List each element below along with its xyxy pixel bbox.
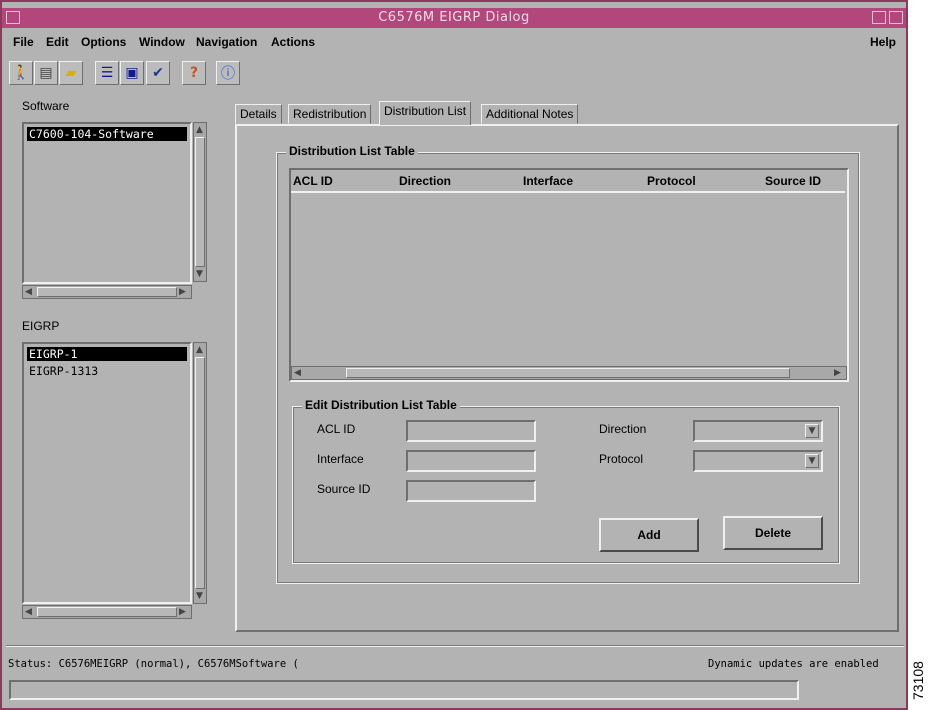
eigrp-label: EIGRP <box>22 319 60 333</box>
scroll-thumb[interactable] <box>195 357 205 589</box>
interface-field[interactable] <box>406 450 536 472</box>
list-icon[interactable]: ☰ <box>95 61 119 85</box>
menu-file[interactable]: File <box>13 35 34 49</box>
scroll-thumb[interactable] <box>346 368 790 378</box>
menu-bar: File Edit Options Window Navigation Acti… <box>2 30 906 54</box>
checkmark-icon[interactable]: ✔ <box>146 61 170 85</box>
software-vertical-scrollbar[interactable]: ▲ ▼ <box>193 122 207 282</box>
interface-label: Interface <box>317 452 364 466</box>
title-bar[interactable]: C6576M EIGRP Dialog <box>2 8 906 28</box>
column-header-acl-id[interactable]: ACL ID <box>293 174 333 188</box>
protocol-label: Protocol <box>599 452 644 466</box>
distribution-list-table[interactable]: ACL ID Direction Interface Protocol Sour… <box>289 168 849 382</box>
scroll-left-icon[interactable]: ◀ <box>25 287 32 297</box>
menu-navigation[interactable]: Navigation <box>196 35 257 49</box>
menu-edit[interactable]: Edit <box>46 35 69 49</box>
scroll-up-icon[interactable]: ▲ <box>196 345 203 355</box>
column-header-interface[interactable]: Interface <box>523 174 573 188</box>
column-header-protocol[interactable]: Protocol <box>647 174 696 188</box>
tab-details[interactable]: Details <box>235 104 282 124</box>
software-horizontal-scrollbar[interactable]: ◀ ▶ <box>22 285 192 299</box>
dynamic-updates-status: Dynamic updates are enabled <box>708 658 879 670</box>
help-icon[interactable]: ? <box>182 61 206 85</box>
acl-id-label: ACL ID <box>317 422 356 436</box>
status-separator <box>6 645 904 647</box>
open-folder-icon[interactable]: ▰ <box>59 61 83 85</box>
scroll-down-icon[interactable]: ▼ <box>196 269 203 279</box>
print-icon[interactable]: ▤ <box>34 61 58 85</box>
acl-id-field[interactable] <box>406 420 536 442</box>
dialog-window: C6576M EIGRP Dialog File Edit Options Wi… <box>0 0 908 710</box>
edit-group-title: Edit Distribution List Table <box>302 398 460 412</box>
tab-additional-notes[interactable]: Additional Notes <box>481 104 579 124</box>
maximize-button[interactable] <box>889 11 903 24</box>
source-id-label: Source ID <box>317 482 371 496</box>
info-icon[interactable]: ⓘ <box>216 61 240 85</box>
eigrp-vertical-scrollbar[interactable]: ▲ ▼ <box>193 342 207 604</box>
scroll-down-icon[interactable]: ▼ <box>196 591 203 601</box>
scroll-thumb[interactable] <box>195 137 205 267</box>
scroll-left-icon[interactable]: ◀ <box>294 368 301 378</box>
list-item[interactable]: EIGRP-1313 <box>27 364 100 378</box>
window-title: C6576M EIGRP Dialog <box>378 10 530 25</box>
table-header-divider <box>291 191 845 193</box>
software-list[interactable]: C7600-104-Software <box>22 122 192 284</box>
menu-help[interactable]: Help <box>870 35 896 49</box>
table-horizontal-scrollbar[interactable]: ◀ ▶ <box>291 366 847 380</box>
tab-redistribution[interactable]: Redistribution <box>288 104 372 124</box>
tab-distribution-list[interactable]: Distribution List <box>379 101 472 125</box>
direction-select[interactable]: ▼ <box>693 420 823 442</box>
scroll-up-icon[interactable]: ▲ <box>196 125 203 135</box>
scroll-thumb[interactable] <box>37 287 177 297</box>
menu-options[interactable]: Options <box>81 35 126 49</box>
status-text: Status: C6576MEIGRP (normal), C6576MSoft… <box>8 658 299 670</box>
monitor-icon[interactable]: ▣ <box>120 61 144 85</box>
eigrp-list[interactable]: EIGRP-1 EIGRP-1313 <box>22 342 192 604</box>
scroll-right-icon[interactable]: ▶ <box>179 607 186 617</box>
source-id-field[interactable] <box>406 480 536 502</box>
distribution-list-group-title: Distribution List Table <box>286 144 418 158</box>
chevron-down-icon[interactable]: ▼ <box>805 424 819 438</box>
software-label: Software <box>22 99 70 113</box>
figure-code: 73108 <box>910 661 926 700</box>
minimize-button[interactable] <box>872 11 886 24</box>
menu-window[interactable]: Window <box>139 35 185 49</box>
delete-button[interactable]: Delete <box>723 516 823 550</box>
scroll-right-icon[interactable]: ▶ <box>179 287 186 297</box>
list-item[interactable]: EIGRP-1 <box>27 347 187 361</box>
scroll-thumb[interactable] <box>37 607 177 617</box>
add-button[interactable]: Add <box>599 518 699 552</box>
eigrp-horizontal-scrollbar[interactable]: ◀ ▶ <box>22 605 192 619</box>
exit-icon[interactable]: 🚶 <box>9 61 33 85</box>
column-header-source-id[interactable]: Source ID <box>765 174 821 188</box>
scroll-right-icon[interactable]: ▶ <box>834 368 841 378</box>
menu-actions[interactable]: Actions <box>271 35 315 49</box>
column-header-direction[interactable]: Direction <box>399 174 451 188</box>
list-item[interactable]: C7600-104-Software <box>27 127 187 141</box>
status-message-field <box>9 680 799 700</box>
scroll-left-icon[interactable]: ◀ <box>25 607 32 617</box>
direction-label: Direction <box>599 422 647 436</box>
protocol-select[interactable]: ▼ <box>693 450 823 472</box>
chevron-down-icon[interactable]: ▼ <box>805 454 819 468</box>
